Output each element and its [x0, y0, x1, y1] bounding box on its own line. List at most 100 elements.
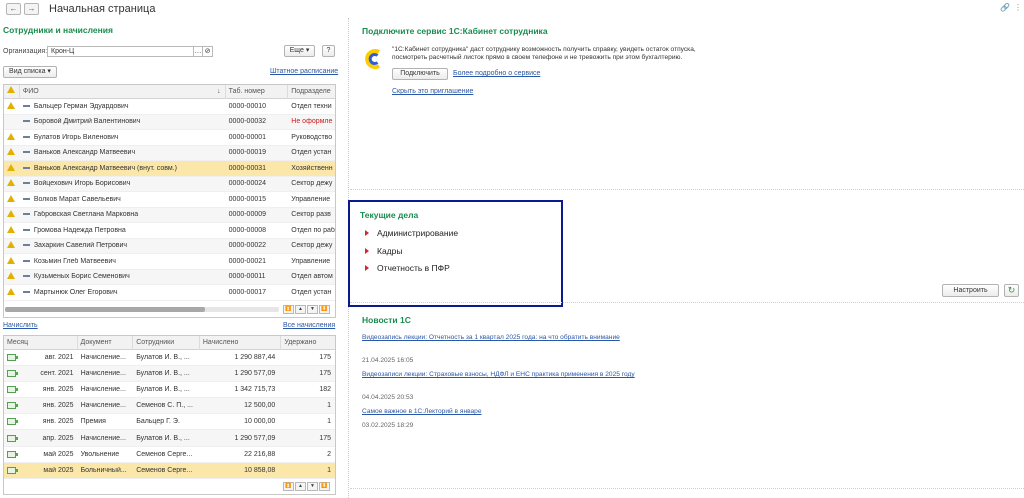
table-row[interactable]: Войцехович Игорь Борисович 0000-00024 Сект…: [4, 176, 335, 192]
table-row[interactable]: Волков Марат Савельевич 0000-00015 Управле…: [4, 192, 335, 208]
first-page-icon[interactable]: ⏫: [283, 305, 294, 314]
up-icon[interactable]: ▲: [295, 482, 306, 491]
deducted-cell: 175: [319, 370, 331, 378]
warn-cell: [4, 163, 20, 173]
table-row[interactable]: Боровой Дмитрий Валентинович 0000-00032 Не…: [4, 114, 335, 130]
column-employees[interactable]: Сотрудники: [133, 336, 200, 350]
forward-button[interactable]: →: [24, 3, 39, 15]
column-department[interactable]: Подразделе: [288, 85, 335, 99]
news-item-3[interactable]: Самое важное в 1С:Лекторий в январе: [362, 408, 482, 415]
warn-column-header[interactable]: [4, 85, 20, 99]
month-value: янв. 2025: [42, 386, 74, 394]
month-value: май 2025: [43, 466, 74, 474]
table-row[interactable]: Булатов Игорь Виленович 0000-00001 Руковод…: [4, 130, 335, 146]
staff-schedule-link[interactable]: Штатное расписание: [270, 68, 338, 75]
table-row[interactable]: Ваньков Александр Матвеевич 0000-00019 Отд…: [4, 145, 335, 161]
task-administration[interactable]: Администрирование: [377, 228, 458, 238]
cabinet-logo-icon: [365, 49, 380, 69]
scroll-thumb[interactable]: [5, 307, 205, 312]
month-value: янв. 2025: [42, 402, 74, 410]
month-value: янв. 2025: [42, 418, 74, 426]
connect-button[interactable]: Подключить: [392, 68, 448, 80]
table-row[interactable]: апр. 2025 Начисление... Булатов И. В., ...…: [4, 430, 335, 447]
down-icon[interactable]: ▼: [307, 482, 318, 491]
table-row[interactable]: Громова Надежда Петровна 0000-00008 Отдел …: [4, 223, 335, 239]
chevron-down-icon: ▾: [305, 47, 310, 54]
table-row[interactable]: май 2025 Увольнение Семенов Серге... 22 216…: [4, 447, 335, 463]
cabinet-more-link[interactable]: Более подробно о сервисе: [453, 70, 540, 77]
calculate-link[interactable]: Начислить: [3, 322, 38, 329]
back-button[interactable]: ←: [6, 3, 21, 15]
last-page-icon[interactable]: ⏬: [319, 305, 330, 314]
document-cell: Больничный...: [80, 466, 127, 474]
view-list-button[interactable]: Вид списка ▾: [3, 66, 57, 78]
column-fio[interactable]: ФИО ↓: [20, 85, 226, 99]
tab-number-cell: 0000-00021: [228, 257, 267, 265]
month-value: сент. 2021: [40, 370, 74, 378]
table-row[interactable]: янв. 2025 Начисление... Семенов С. П., ...…: [4, 398, 335, 415]
org-open-button[interactable]: ⊘: [202, 46, 213, 57]
table-row[interactable]: май 2025 Больничный... Семенов Серге... 10 …: [4, 462, 335, 479]
table-row[interactable]: Габровская Светлана Марковна 0000-00009 Се…: [4, 207, 335, 223]
table-row[interactable]: Кузьменых Борис Семенович 0000-00011 Отдел…: [4, 269, 335, 285]
employee-icon: [22, 259, 30, 262]
table-row[interactable]: авг. 2021 Начисление... Булатов И. В., ...…: [4, 350, 335, 367]
configure-button[interactable]: Настроить: [942, 284, 999, 297]
help-button[interactable]: ?: [322, 45, 335, 57]
tab-number-cell: 0000-00031: [228, 164, 267, 172]
task-personnel[interactable]: Кадры: [377, 246, 402, 256]
employee-name: Булатов Игорь Виленович: [33, 133, 119, 141]
view-list-label: Вид списка: [9, 68, 46, 75]
org-field[interactable]: Крон-Ц: [47, 46, 194, 57]
document-icon: [7, 466, 18, 474]
department-cell: Сектор дежу: [291, 180, 333, 188]
fio-cell: Ваньков Александр Матвеевич (внут. совм.…: [20, 165, 226, 172]
hide-invitation-link[interactable]: Скрыть это приглашение: [392, 88, 473, 95]
last-page-icon[interactable]: ⏬: [319, 482, 330, 491]
document-icon: [7, 450, 18, 458]
arrow-right-icon: →: [27, 4, 36, 13]
more-vertical-icon[interactable]: ⋮: [1014, 3, 1022, 12]
table-row[interactable]: Бальцер Герман Эдуардович 0000-00010 Отдел…: [4, 99, 335, 115]
document-icon: [7, 402, 18, 410]
task-pfr-reports[interactable]: Отчетность в ПФР: [377, 263, 450, 273]
employees-cell: Булатов И. В., ...: [136, 354, 190, 362]
table-row[interactable]: янв. 2025 Начисление... Булатов И. В., ...…: [4, 382, 335, 399]
first-page-icon[interactable]: ⏫: [283, 482, 294, 491]
accruals-table-body: авг. 2021 Начисление... Булатов И. В., ...…: [4, 350, 335, 479]
column-document[interactable]: Документ: [78, 336, 134, 350]
employee-icon: [22, 290, 30, 293]
news-item-1[interactable]: Видеозапись лекции: Отчетность за 1 квар…: [362, 334, 620, 341]
link-icon[interactable]: 🔗: [1000, 3, 1010, 12]
table-row[interactable]: Козьмин Глеб Матвеевич 0000-00021 Управлен…: [4, 254, 335, 270]
all-accruals-link[interactable]: Все начисления: [283, 322, 335, 329]
refresh-button[interactable]: ↻: [1004, 284, 1019, 297]
document-cell: Начисление...: [80, 402, 126, 410]
divider: [350, 189, 1024, 190]
more-button[interactable]: Еще ▾: [284, 45, 315, 57]
employee-name: Габровская Светлана Марковна: [33, 211, 139, 219]
table-row[interactable]: Захаркин Савелий Петрович 0000-00022 Секто…: [4, 238, 335, 254]
table-row[interactable]: сент. 2021 Начисление... Булатов И. В., ..…: [4, 366, 335, 383]
column-tab-number[interactable]: Таб. номер: [226, 85, 289, 99]
column-accrued[interactable]: Начислено: [200, 336, 282, 350]
tab-number-cell: 0000-00008: [228, 226, 267, 234]
document-cell: Начисление...: [80, 370, 126, 378]
column-deducted[interactable]: Удержано: [281, 336, 335, 350]
tab-number-cell: 0000-00024: [228, 180, 267, 188]
table-row[interactable]: Мартынюк Олег Егорович 0000-00017 Отдел ус…: [4, 285, 335, 301]
down-icon[interactable]: ▼: [307, 305, 318, 314]
tasks-section-title: Текущие дела: [360, 210, 419, 220]
info-panel: Подключите сервис 1С:Кабинет сотрудника …: [348, 18, 1024, 498]
employees-hscrollbar[interactable]: [5, 307, 279, 312]
table-row[interactable]: Ваньков Александр Матвеевич (внут. совм.…: [4, 161, 335, 177]
up-icon[interactable]: ▲: [295, 305, 306, 314]
fio-cell: Козьмин Глеб Матвеевич: [20, 258, 226, 265]
employee-name: Кузьменых Борис Семенович: [33, 273, 130, 281]
warning-icon: [7, 101, 15, 109]
table-row[interactable]: янв. 2025 Премия Бальцер Г. Э. 10 000,00 1: [4, 414, 335, 431]
news-item-2[interactable]: Видеозаписи лекции: Страховые взносы, НД…: [362, 371, 635, 378]
employee-icon: [22, 228, 30, 231]
accrued-cell: 10 000,00: [244, 418, 276, 426]
column-month[interactable]: Месяц: [4, 336, 78, 350]
